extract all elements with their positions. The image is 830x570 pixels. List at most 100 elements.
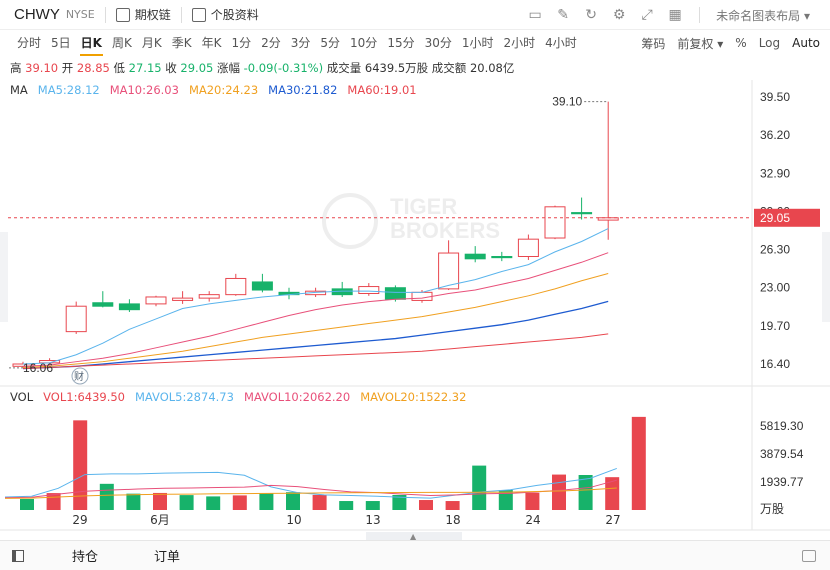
period-tab[interactable]: 日K bbox=[76, 30, 107, 56]
kline-chart[interactable]: TIGERBROKERS39.5036.2032.9029.6026.3023.… bbox=[0, 80, 830, 540]
ma-line-ma10 bbox=[22, 252, 609, 367]
volume-tick-label: 3879.54 bbox=[760, 447, 804, 461]
period-tab[interactable]: 1小时 bbox=[457, 30, 499, 56]
price-tick-label: 19.70 bbox=[760, 319, 790, 333]
grid-layout-icon[interactable]: ▦ bbox=[661, 0, 689, 30]
date-tick-label: 6月 bbox=[150, 513, 170, 527]
layout-select[interactable]: 未命名图表布局 ▾ bbox=[716, 7, 810, 24]
period-tab[interactable]: 5分 bbox=[315, 30, 345, 56]
earnings-marker-text: 财 bbox=[74, 370, 84, 383]
volume-bar bbox=[126, 493, 141, 510]
volume-bar bbox=[339, 501, 354, 510]
options-chain-button[interactable]: 期权链 bbox=[115, 6, 171, 23]
period-tab[interactable]: 10分 bbox=[345, 30, 382, 56]
volume-bar bbox=[472, 465, 487, 510]
candle-body bbox=[145, 296, 167, 305]
period-tab[interactable]: 3分 bbox=[286, 30, 316, 56]
volume-bar bbox=[206, 496, 221, 510]
volume-bar bbox=[153, 492, 167, 510]
toolbar-icons: ▭ ✎ ↻ ⚙ ⤢ ▦ 未命名图表布局 ▾ bbox=[521, 0, 830, 30]
period-tab[interactable]: 2小时 bbox=[499, 30, 541, 56]
volume-bar bbox=[631, 416, 646, 510]
volume-bar bbox=[419, 500, 433, 510]
volume-tick-label: 5819.30 bbox=[760, 419, 804, 433]
volume-bar bbox=[445, 501, 460, 510]
vol-label[interactable]: VOL bbox=[10, 390, 33, 404]
candle-body bbox=[92, 302, 114, 307]
panel-toggle-icon[interactable] bbox=[12, 549, 24, 562]
volume-tick-label: 1939.77 bbox=[760, 475, 804, 489]
close-label: 收 bbox=[165, 61, 177, 75]
tab-orders[interactable]: 订单 bbox=[154, 546, 180, 565]
period-tab[interactable]: 季K bbox=[167, 30, 197, 56]
volume-bar bbox=[605, 477, 620, 510]
candle-body bbox=[251, 281, 273, 291]
mavol5-line bbox=[4, 467, 617, 499]
candle-body bbox=[411, 291, 433, 301]
tab-positions[interactable]: 持仓 bbox=[72, 546, 98, 565]
candle-body bbox=[464, 253, 486, 260]
period-tab[interactable]: 周K bbox=[107, 30, 137, 56]
period-tab[interactable]: 分时 bbox=[12, 30, 46, 56]
low-marker-label: 16.06 bbox=[23, 361, 53, 375]
symbol[interactable]: CHWY bbox=[14, 6, 60, 23]
fullscreen-icon[interactable]: ⤢ bbox=[633, 0, 661, 30]
candle-body bbox=[517, 238, 539, 258]
auto-toggle[interactable]: Auto bbox=[792, 36, 820, 50]
chart-image-icon[interactable]: ▭ bbox=[521, 0, 549, 30]
price-tick-label: 39.50 bbox=[760, 90, 790, 104]
candle-body bbox=[491, 256, 513, 259]
chips-button[interactable]: 筹码 bbox=[641, 35, 665, 52]
high-marker-label: 39.10 bbox=[552, 95, 582, 109]
watermark-text: BROKERS bbox=[390, 218, 500, 243]
vol-legend-item: MAVOL10:2062.20 bbox=[243, 390, 351, 404]
chart-options: 筹码 前复权 ▾ % Log Auto bbox=[641, 30, 820, 56]
vol-legend-item: MAVOL5:2874.73 bbox=[135, 390, 234, 404]
period-tab[interactable]: 15分 bbox=[382, 30, 419, 56]
date-tick-label: 29 bbox=[72, 513, 87, 527]
open-value: 28.85 bbox=[76, 61, 110, 75]
candle-body bbox=[544, 206, 566, 239]
volume-bar bbox=[20, 499, 34, 510]
current-price-tag-text: 29.05 bbox=[760, 211, 790, 225]
period-tab[interactable]: 30分 bbox=[420, 30, 457, 56]
refresh-icon[interactable]: ↻ bbox=[577, 0, 605, 30]
stock-profile-label: 个股资料 bbox=[210, 8, 259, 22]
percent-toggle[interactable]: % bbox=[735, 36, 746, 50]
volume-bar bbox=[312, 494, 327, 510]
volume-bar bbox=[525, 492, 540, 510]
period-tab[interactable]: 5日 bbox=[46, 30, 76, 56]
divider bbox=[104, 6, 106, 23]
price-tick-label: 26.30 bbox=[760, 243, 790, 257]
period-tab[interactable]: 2分 bbox=[256, 30, 286, 56]
period-tab[interactable]: 年K bbox=[197, 30, 227, 56]
ma-legend-item: MA5:28.12 bbox=[37, 83, 100, 97]
ma-line-ma30 bbox=[22, 300, 609, 370]
stock-profile-button[interactable]: 个股资料 bbox=[191, 6, 259, 23]
adjust-label: 前复权 bbox=[677, 36, 714, 51]
gear-icon[interactable]: ⚙ bbox=[605, 0, 633, 30]
volume-bar bbox=[552, 474, 566, 510]
left-panel-handle[interactable] bbox=[0, 232, 8, 322]
candle-body bbox=[225, 277, 247, 296]
ma-legend-item: MA10:26.03 bbox=[109, 83, 179, 97]
candle-body bbox=[384, 287, 406, 300]
ma-label[interactable]: MA bbox=[10, 83, 28, 97]
adjust-select[interactable]: 前复权 ▾ bbox=[677, 35, 723, 52]
low-value: 27.15 bbox=[128, 61, 162, 75]
high-label: 高 bbox=[10, 61, 22, 75]
chat-icon[interactable] bbox=[802, 550, 816, 562]
log-toggle[interactable]: Log bbox=[759, 36, 780, 50]
volume-bar bbox=[259, 493, 274, 510]
right-panel-handle[interactable] bbox=[822, 232, 830, 322]
scroll-up-icon: ▲ bbox=[410, 532, 417, 540]
period-tab[interactable]: 月K bbox=[137, 30, 167, 56]
price-tick-label: 16.40 bbox=[760, 357, 790, 371]
date-tick-label: 13 bbox=[365, 513, 380, 527]
draw-icon[interactable]: ✎ bbox=[549, 0, 577, 30]
period-tab[interactable]: 4小时 bbox=[540, 30, 582, 56]
period-tab[interactable]: 1分 bbox=[226, 30, 256, 56]
volume-bar bbox=[179, 495, 194, 510]
ohlc-summary: 高 39.10 开 28.85 低 27.15 收 29.05 涨幅 -0.09… bbox=[10, 60, 514, 76]
date-tick-label: 24 bbox=[525, 513, 540, 527]
